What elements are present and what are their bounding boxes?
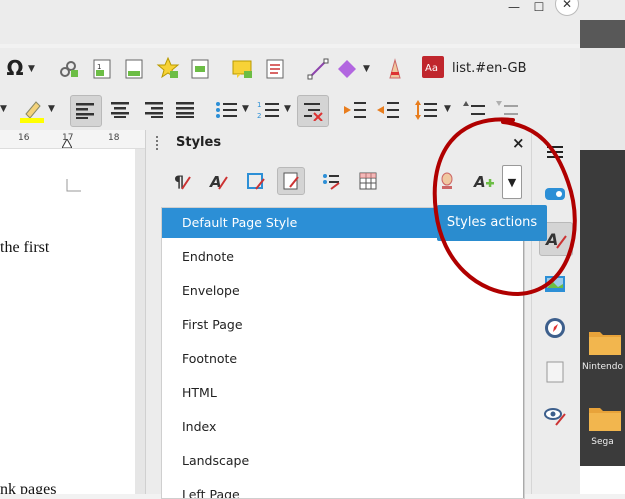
document-text-line[interactable]: the first [0,239,49,257]
folder-label[interactable]: Nintendo [580,362,625,372]
justify-icon[interactable] [171,96,199,124]
paragraph-styles-icon[interactable]: ¶ [168,167,196,195]
chevron-down-icon[interactable]: ▼ [48,104,55,114]
list-item[interactable]: Landscape [162,446,524,476]
text-boundary-corner [66,179,81,192]
gallery-icon[interactable] [541,270,569,298]
close-panel-button[interactable]: × [512,134,525,152]
align-left-icon[interactable] [70,95,102,127]
panel-grip-handle[interactable] [156,136,160,150]
standard-toolbar: Ω ▼ 1 ▼ Aa list.#en-GB [0,48,580,90]
list-styles-icon[interactable] [317,167,345,195]
new-style-icon[interactable]: A [470,167,498,195]
footnote-icon[interactable]: 1 [90,57,114,81]
list-item[interactable]: HTML [162,378,524,408]
highlight-color-icon[interactable] [18,96,46,124]
table-styles-icon[interactable] [354,167,382,195]
list-item[interactable]: Footnote [162,344,524,374]
svg-text:1: 1 [257,101,261,109]
close-window-icon[interactable]: ✕ [555,0,579,16]
desktop-window-edge [580,466,625,494]
frame-styles-icon[interactable] [242,167,270,195]
folder-icon[interactable] [588,328,622,356]
svg-text:A: A [473,173,486,191]
decrease-paragraph-spacing-icon[interactable] [493,96,521,124]
list-item[interactable]: Left Page [162,480,524,498]
page-icon[interactable] [541,358,569,386]
folder-icon[interactable] [588,404,622,432]
fill-format-mode-icon[interactable] [434,167,462,195]
chevron-down-icon[interactable]: ▼ [28,64,35,74]
formatting-toolbar: ▼ ▼ ▼ 12 ▼ ▼ [0,90,580,130]
line-spacing-icon[interactable] [412,96,440,124]
increase-indent-icon[interactable] [341,96,369,124]
ordered-list-icon[interactable]: 12 [254,96,282,124]
indent-marker-icon[interactable] [62,139,72,148]
hyperlink-icon[interactable] [56,57,80,81]
svg-text:A: A [545,230,558,249]
basic-shapes-icon[interactable] [335,57,359,81]
panel-title: Styles [176,135,222,150]
align-right-icon[interactable] [139,96,167,124]
increase-paragraph-spacing-icon[interactable] [460,96,488,124]
cross-reference-icon[interactable] [188,57,212,81]
align-center-icon[interactable] [106,96,134,124]
sidebar-menu-icon[interactable] [541,138,569,166]
styles-panel: Styles × ¶ A A ▼ Default Page Style Endn… [145,130,531,499]
navigator-icon[interactable] [541,314,569,342]
list-item[interactable]: Envelope [162,276,524,306]
special-character-icon[interactable]: Ω [4,56,26,80]
chevron-down-icon[interactable]: ▼ [444,104,451,114]
language-icon[interactable]: Aa [421,55,445,81]
bookmark-star-icon[interactable] [156,56,180,80]
desktop-background: Nintendo Sega [580,0,625,494]
language-label[interactable]: list.#en-GB [452,61,527,76]
character-styles-icon[interactable]: A [204,167,232,195]
document-text-line[interactable]: nk pages [0,481,56,494]
list-item[interactable]: First Page [162,310,524,340]
desktop-window-edge [580,0,625,20]
desktop-window-strip [580,20,625,48]
endnote-icon[interactable] [122,57,146,81]
chevron-down-icon[interactable]: ▼ [242,104,249,114]
comment-icon[interactable] [230,57,254,81]
maximize-icon[interactable]: ☐ [530,0,548,14]
chevron-down-icon[interactable]: ▼ [363,64,370,74]
sidebar-deck: A [531,130,581,494]
svg-text:Aa: Aa [425,63,438,74]
page-styles-icon[interactable] [277,167,305,195]
horizontal-ruler: 16 17 18 [0,130,145,149]
styles-actions-button[interactable]: ▼ [502,165,522,199]
track-changes-icon[interactable] [263,57,287,81]
no-list-icon[interactable] [297,95,329,127]
chevron-down-icon[interactable]: ▼ [0,104,7,114]
unordered-list-icon[interactable] [212,96,240,124]
ruler-tick-label: 16 [18,133,30,143]
properties-icon[interactable] [541,180,569,208]
styles-list: Default Page Style Endnote Envelope Firs… [161,207,525,499]
minimize-icon[interactable]: — [505,0,523,14]
window-titlebar: — ☐ ✕ [0,0,580,44]
chevron-down-icon: ▼ [507,175,517,189]
decrease-indent-icon[interactable] [374,96,402,124]
tooltip: Styles actions [437,205,547,241]
svg-text:1: 1 [97,63,101,71]
document-page[interactable]: the first nk pages [0,149,135,494]
svg-text:2: 2 [257,112,261,120]
manage-changes-icon[interactable] [541,402,569,430]
chevron-down-icon[interactable]: ▼ [284,104,291,114]
list-item[interactable]: Index [162,412,524,442]
ruler-tick-label: 18 [108,133,120,143]
folder-label[interactable]: Sega [580,437,625,447]
list-scrollbar[interactable] [523,236,524,498]
desktop-panel [580,48,625,150]
draw-functions-icon[interactable] [383,57,407,81]
line-icon[interactable] [306,57,330,81]
list-item[interactable]: Endnote [162,242,524,272]
document-margin [135,149,145,494]
